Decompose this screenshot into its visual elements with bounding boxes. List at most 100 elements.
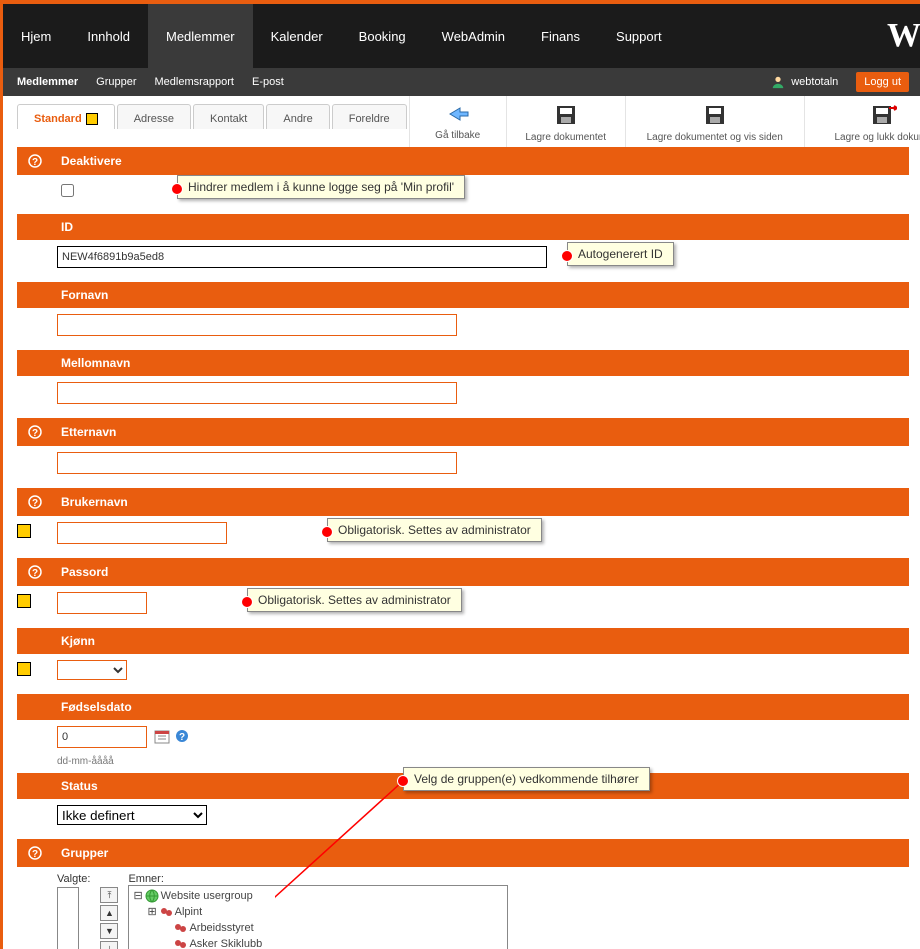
section-title: Passord: [61, 565, 108, 579]
required-badge: [17, 524, 31, 538]
callout-groups: Velg de gruppen(e) vedkommende tilhører: [403, 767, 650, 791]
section-lastname: ? Etternavn: [17, 418, 909, 446]
save-close-button[interactable]: Lagre og lukk dokume: [804, 96, 920, 147]
user-icon: [771, 75, 785, 89]
section-title: Grupper: [61, 846, 108, 860]
section-title: Fornavn: [61, 288, 108, 302]
firstname-field[interactable]: [57, 314, 457, 336]
section-username: ? Brukernavn: [17, 488, 909, 516]
group-icon: [173, 937, 187, 949]
deactivate-checkbox[interactable]: [61, 184, 74, 197]
lastname-field[interactable]: [57, 452, 457, 474]
required-badge: [17, 662, 31, 676]
back-button[interactable]: Gå tilbake: [409, 96, 506, 147]
move-top-button[interactable]: ⤒: [100, 887, 118, 903]
section-middlename: Mellomnavn: [17, 350, 909, 376]
tree-node-label: Website usergroup: [161, 888, 253, 904]
back-arrow-icon: [446, 104, 470, 124]
svg-text:?: ?: [32, 568, 38, 579]
section-title: ID: [61, 220, 73, 234]
section-title: Etternavn: [61, 425, 116, 439]
section-dob: Fødselsdato: [17, 694, 909, 720]
help-icon[interactable]: ?: [27, 424, 43, 440]
subnav-grupper[interactable]: Grupper: [96, 76, 136, 88]
section-password: ? Passord: [17, 558, 909, 586]
nav-webadmin[interactable]: WebAdmin: [424, 4, 523, 68]
nav-booking[interactable]: Booking: [341, 4, 424, 68]
section-title: Deaktivere: [61, 154, 122, 168]
svg-text:?: ?: [32, 157, 38, 168]
subnav-medlemsrapport[interactable]: Medlemsrapport: [155, 76, 234, 88]
tree-expand-icon[interactable]: ⊞: [147, 904, 156, 920]
subnav-epost[interactable]: E-post: [252, 76, 284, 88]
help-icon[interactable]: ?: [27, 494, 43, 510]
tree-node-label: Arbeidsstyret: [189, 920, 253, 936]
nav-hjem[interactable]: Hjem: [3, 4, 69, 68]
section-deactivate: ? Deaktivere: [17, 147, 909, 175]
callout-id: Autogenerert ID: [567, 242, 674, 266]
tab-foreldre[interactable]: Foreldre: [332, 104, 407, 129]
nav-kalender[interactable]: Kalender: [253, 4, 341, 68]
callout-username: Obligatorisk. Settes av administrator: [327, 518, 542, 542]
callout-password: Obligatorisk. Settes av administrator: [247, 588, 462, 612]
username-field[interactable]: [57, 522, 227, 544]
middlename-field[interactable]: [57, 382, 457, 404]
subnav-medlemmer[interactable]: Medlemmer: [17, 76, 78, 88]
help-icon[interactable]: ?: [27, 153, 43, 169]
nav-innhold[interactable]: Innhold: [69, 4, 148, 68]
tree-node-label: Alpint: [175, 904, 203, 920]
move-down-button[interactable]: ▼: [100, 923, 118, 939]
logout-button[interactable]: Logg ut: [856, 72, 909, 92]
section-firstname: Fornavn: [17, 282, 909, 308]
section-groups: ? Grupper: [17, 839, 909, 867]
id-field[interactable]: [57, 246, 547, 268]
password-field[interactable]: [57, 592, 147, 614]
tab-standard[interactable]: Standard: [17, 104, 115, 129]
svg-text:?: ?: [32, 498, 38, 509]
save-show-button[interactable]: Lagre dokumentet og vis siden: [625, 96, 804, 147]
help-icon[interactable]: ?: [27, 564, 43, 580]
groups-selected-label: Valgte:: [57, 873, 90, 885]
help-icon[interactable]: ?: [175, 729, 189, 746]
group-icon: [173, 921, 187, 935]
move-up-button[interactable]: ▲: [100, 905, 118, 921]
tab-adresse[interactable]: Adresse: [117, 104, 191, 129]
svg-text:?: ?: [32, 849, 38, 860]
section-title: Mellomnavn: [61, 356, 130, 370]
floppy-close-icon: [871, 104, 897, 126]
tab-kontakt[interactable]: Kontakt: [193, 104, 264, 129]
nav-support[interactable]: Support: [598, 4, 680, 68]
floppy-icon: [555, 104, 577, 126]
required-badge: [17, 594, 31, 608]
section-gender: Kjønn: [17, 628, 909, 654]
nav-medlemmer[interactable]: Medlemmer: [148, 4, 253, 68]
section-title: Brukernavn: [61, 495, 128, 509]
section-title: Status: [61, 779, 98, 793]
save-button[interactable]: Lagre dokumentet: [506, 96, 625, 147]
dob-hint: dd-mm-åååå: [57, 756, 909, 767]
floppy-icon: [704, 104, 726, 126]
status-select[interactable]: Ikke definert: [57, 805, 207, 825]
brand-logo: W: [887, 17, 920, 55]
primary-nav: Hjem Innhold Medlemmer Kalender Booking …: [3, 4, 920, 68]
section-title: Fødselsdato: [61, 700, 132, 714]
warning-icon: [86, 113, 98, 125]
username-display: webtotaln: [791, 76, 838, 88]
tab-andre[interactable]: Andre: [266, 104, 329, 129]
gender-select[interactable]: [57, 660, 127, 680]
move-bottom-button[interactable]: ⤓: [100, 941, 118, 949]
sub-nav: Medlemmer Grupper Medlemsrapport E-post …: [3, 68, 920, 96]
svg-text:?: ?: [179, 732, 185, 743]
section-title: Kjønn: [61, 634, 95, 648]
callout-deactivate: Hindrer medlem i å kunne logge seg på 'M…: [177, 175, 465, 199]
help-icon[interactable]: ?: [27, 845, 43, 861]
tree-collapse-icon[interactable]: ⊟: [133, 888, 142, 904]
section-id: ID: [17, 214, 909, 240]
calendar-icon[interactable]: [154, 728, 170, 747]
nav-finans[interactable]: Finans: [523, 4, 598, 68]
tree-node-label: Asker Skiklubb: [189, 936, 262, 949]
dob-field[interactable]: [57, 726, 147, 748]
group-icon: [159, 905, 173, 919]
form-tabs: Standard Adresse Kontakt Andre Foreldre: [17, 104, 409, 128]
groups-selected-list[interactable]: [57, 887, 79, 949]
